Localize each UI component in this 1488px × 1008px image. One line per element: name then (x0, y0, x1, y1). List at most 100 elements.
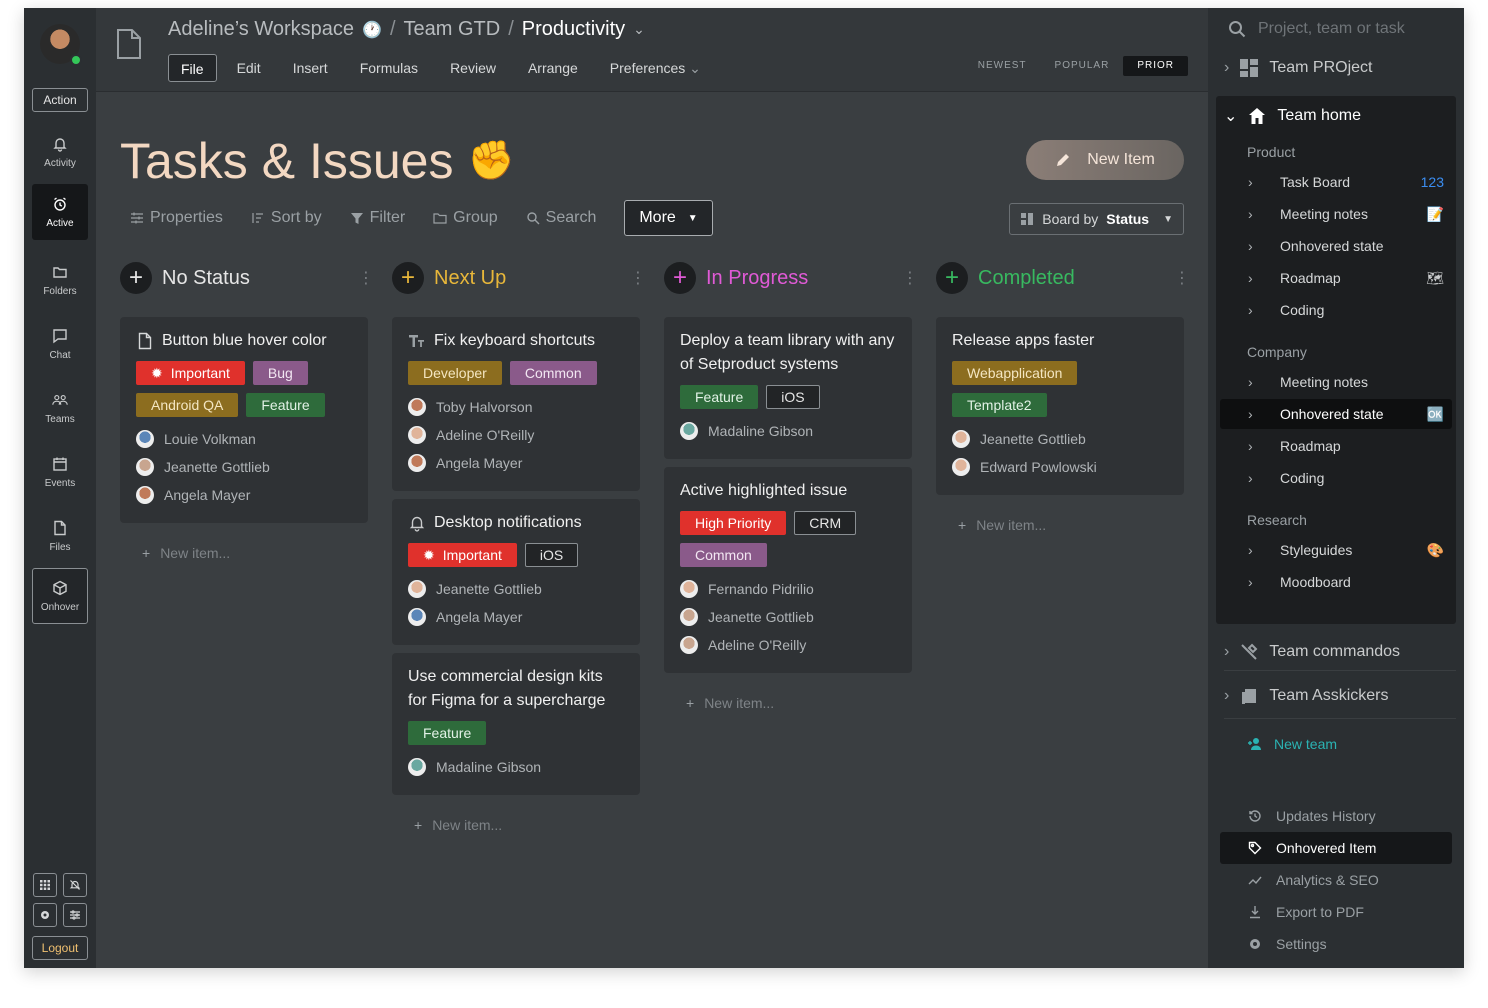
tag[interactable]: Template2 (952, 393, 1047, 417)
rail-item-files[interactable]: Files (32, 508, 88, 564)
sort-button[interactable]: Sort by (251, 209, 322, 227)
tag[interactable]: Bug (252, 361, 308, 385)
sidebar-item-roadmap[interactable]: › Roadmap 🗺 (1220, 263, 1452, 293)
rail-item-onhover[interactable]: Onhover (32, 568, 88, 624)
assignee[interactable]: Angela Mayer (408, 603, 624, 631)
properties-button[interactable]: Properties (130, 209, 223, 227)
apps-grid-button[interactable] (33, 873, 57, 897)
sidebar-item-roadmap[interactable]: › Roadmap (1220, 431, 1452, 461)
assignee[interactable]: Madaline Gibson (680, 417, 896, 445)
assignee[interactable]: Toby Halvorson (408, 393, 624, 421)
rail-item-folders[interactable]: Folders (32, 252, 88, 308)
tag[interactable]: ✹ Important (136, 361, 245, 385)
tag[interactable]: High Priority (680, 511, 787, 535)
tag[interactable]: iOS (766, 385, 820, 409)
menu-file[interactable]: File (168, 54, 217, 82)
footer-export-pdf[interactable]: Export to PDF (1220, 896, 1452, 928)
tag[interactable]: Feature (246, 393, 325, 417)
logout-button[interactable]: Logout (32, 936, 88, 960)
task-card[interactable]: Button blue hover color ✹ Important Bug Andr… (120, 317, 368, 523)
add-card-button[interactable]: + (664, 262, 696, 294)
footer-updates-history[interactable]: Updates History (1220, 800, 1452, 832)
task-card[interactable]: Use commercial design kits for Figma for… (392, 653, 640, 795)
sidebar-item-styleguides[interactable]: › Styleguides 🎨 (1220, 535, 1452, 565)
tag[interactable]: Feature (408, 721, 487, 745)
sidebar-item-coding[interactable]: › Coding (1220, 463, 1452, 493)
sidebar-item-meeting-notes[interactable]: › Meeting notes 📝 (1220, 199, 1452, 229)
settings-button[interactable] (33, 903, 57, 927)
rail-item-events[interactable]: Events (32, 444, 88, 500)
rail-item-active[interactable]: Active (32, 184, 88, 240)
tag[interactable]: CRM (794, 511, 857, 535)
assignee[interactable]: Madaline Gibson (408, 753, 624, 781)
sort-tab-prior[interactable]: PRIOR (1123, 56, 1188, 76)
sidebar-item-task-board[interactable]: › Task Board 123 (1220, 167, 1452, 197)
more-vertical-icon[interactable]: ⋮ (630, 268, 646, 288)
tag[interactable]: Android QA (136, 393, 239, 417)
assignee[interactable]: Jeanette Gottlieb (680, 603, 896, 631)
tag[interactable]: Feature (680, 385, 759, 409)
sidebar-item-moodboard[interactable]: › Moodboard (1220, 567, 1452, 597)
add-card-button[interactable]: + (392, 262, 424, 294)
rail-item-chat[interactable]: Chat (32, 316, 88, 372)
footer-analytics[interactable]: Analytics & SEO (1220, 864, 1452, 896)
tag[interactable]: Common (509, 361, 597, 385)
tag[interactable]: Developer (408, 361, 502, 385)
task-card[interactable]: Fix keyboard shortcuts Developer Common Tob… (392, 317, 640, 491)
chevron-down-icon[interactable]: ⌄ (633, 21, 645, 38)
assignee[interactable]: Angela Mayer (136, 481, 352, 509)
team-asskickers-row[interactable]: › Team Asskickers (1224, 686, 1456, 706)
team-project-row[interactable]: › Team PROject (1224, 58, 1456, 78)
assignee[interactable]: Louie Volkman (136, 425, 352, 453)
task-card[interactable]: Active highlighted issue High Priority CRM… (664, 467, 912, 673)
board-by-status-dropdown[interactable]: Board by Status ▼ (1009, 203, 1184, 235)
sort-tab-newest[interactable]: NEWEST (964, 56, 1041, 76)
new-item-row[interactable]: + New item... (392, 803, 640, 833)
new-item-row[interactable]: + New item... (936, 503, 1184, 533)
assignee[interactable]: Jeanette Gottlieb (952, 425, 1168, 453)
sidebar-item-onhovered-state[interactable]: › Onhovered state (1220, 231, 1452, 261)
footer-settings[interactable]: Settings (1220, 928, 1452, 960)
new-team-link[interactable]: New team (1248, 736, 1337, 752)
breadcrumb-current[interactable]: Productivity (522, 18, 625, 41)
new-item-button[interactable]: New Item (1026, 140, 1184, 180)
more-vertical-icon[interactable]: ⋮ (902, 268, 918, 288)
breadcrumb-workspace[interactable]: Adeline’s Workspace (168, 18, 354, 41)
more-dropdown[interactable]: More ▼ (624, 200, 713, 236)
user-avatar[interactable] (40, 24, 82, 66)
tag[interactable]: iOS (524, 543, 579, 567)
rail-item-teams[interactable]: Teams (32, 380, 88, 436)
tag[interactable]: ✹ Important (408, 543, 517, 567)
add-card-button[interactable]: + (936, 262, 968, 294)
task-card[interactable]: Release apps faster Webapplication Templat… (936, 317, 1184, 495)
footer-onhovered-item[interactable]: Onhovered Item (1220, 832, 1452, 864)
task-card[interactable]: Desktop notifications ✹ Important iOS Jeanet… (392, 499, 640, 645)
tag[interactable]: Webapplication (952, 361, 1078, 385)
menu-arrange[interactable]: Arrange (516, 54, 590, 82)
new-item-row[interactable]: + New item... (664, 681, 912, 711)
sidebar-item-onhovered-state[interactable]: › Onhovered state 🆗 (1220, 399, 1452, 429)
menu-formulas[interactable]: Formulas (348, 54, 430, 82)
task-card[interactable]: Deploy a team library with any of Setpro… (664, 317, 912, 459)
assignee[interactable]: Angela Mayer (408, 449, 624, 477)
sort-tab-popular[interactable]: POPULAR (1041, 56, 1124, 76)
action-button[interactable]: Action (32, 88, 88, 112)
team-commandos-row[interactable]: › Team commandos (1224, 642, 1456, 662)
team-home-header[interactable]: ⌄ Team home (1224, 106, 1361, 126)
rail-item-activity[interactable]: Activity (32, 124, 88, 180)
notifications-off-button[interactable] (63, 873, 87, 897)
filter-button[interactable]: Filter (350, 209, 405, 227)
more-vertical-icon[interactable]: ⋮ (358, 268, 374, 288)
menu-insert[interactable]: Insert (281, 54, 340, 82)
filters-button[interactable] (63, 903, 87, 927)
breadcrumb-team[interactable]: Team GTD (404, 18, 501, 41)
sidebar-item-coding[interactable]: › Coding (1220, 295, 1452, 325)
assignee[interactable]: Jeanette Gottlieb (408, 575, 624, 603)
sidebar-search[interactable]: Project, team or task (1228, 20, 1405, 38)
tag[interactable]: Common (680, 543, 767, 567)
menu-preferences[interactable]: Preferences ⌄ (598, 54, 713, 82)
add-card-button[interactable]: + (120, 262, 152, 294)
group-button[interactable]: Group (433, 209, 498, 227)
assignee[interactable]: Adeline O'Reilly (680, 631, 896, 659)
assignee[interactable]: Adeline O'Reilly (408, 421, 624, 449)
